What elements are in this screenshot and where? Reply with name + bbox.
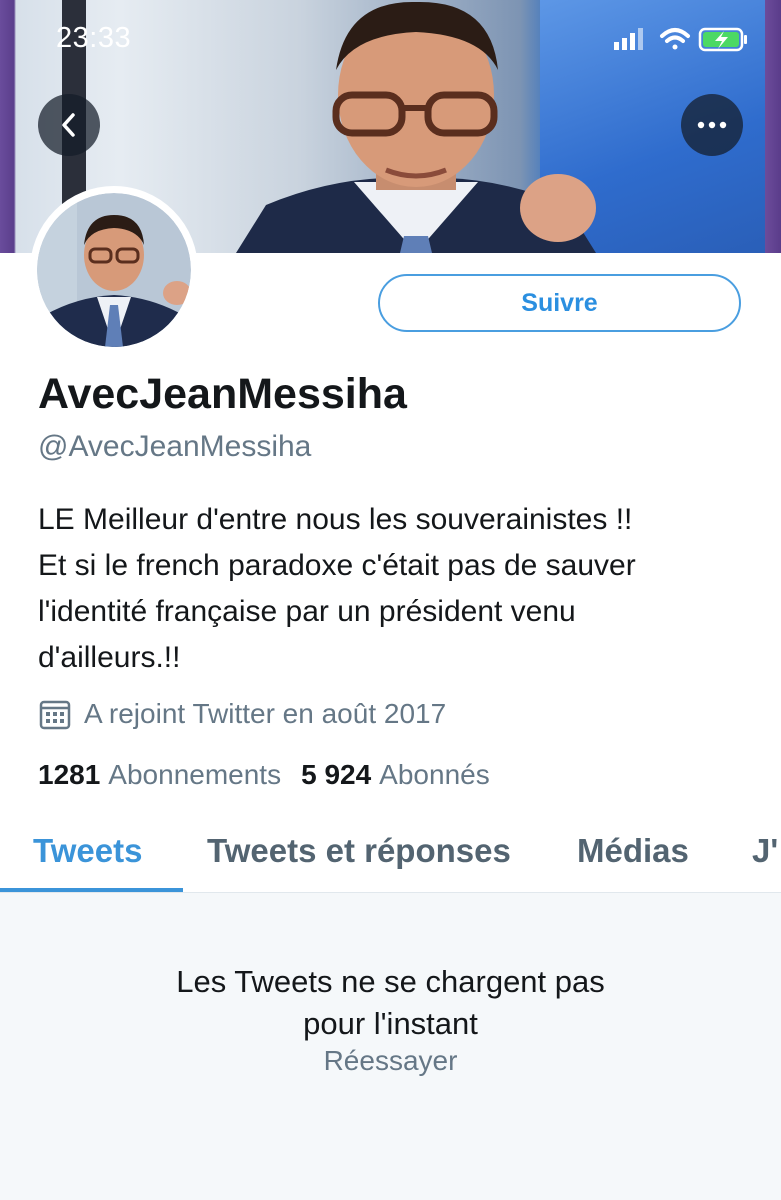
bio-line: d'ailleurs.!!: [38, 641, 181, 674]
empty-state-title-line: pour l'instant: [303, 1006, 478, 1041]
signal-bars-icon: [614, 28, 643, 50]
joined-date: A rejoint Twitter en août 2017: [38, 697, 446, 731]
followers-label[interactable]: Abonnés: [379, 759, 490, 791]
display-name: AvecJeanMessiha: [38, 370, 407, 418]
bio-line: Et si le french paradoxe c'était pas de …: [38, 549, 636, 582]
status-icons: [614, 27, 747, 52]
profile-stats: 1281 Abonnements 5 924 Abonnés: [38, 759, 510, 791]
banner-person-image: [236, 1, 596, 253]
wifi-icon: [660, 28, 690, 50]
empty-state-title: Les Tweets ne se chargent pas pour l'ins…: [0, 961, 781, 1045]
follow-button[interactable]: Suivre: [378, 274, 741, 332]
tab-tweets-and-replies[interactable]: Tweets et réponses: [207, 832, 511, 870]
tweets-empty-state: Les Tweets ne se chargent pas pour l'ins…: [0, 893, 781, 1200]
retry-button[interactable]: Réessayer: [0, 1045, 781, 1077]
active-tab-indicator: [0, 888, 183, 892]
following-label[interactable]: Abonnements: [108, 759, 281, 791]
tab-likes[interactable]: J': [752, 832, 778, 870]
battery-charging-icon: [698, 27, 747, 52]
joined-text: A rejoint Twitter en août 2017: [84, 698, 447, 729]
tab-tweets[interactable]: Tweets: [33, 832, 142, 870]
bio-line: LE Meilleur d'entre nous les souverainis…: [38, 503, 633, 536]
status-time: 23:33: [56, 22, 132, 54]
user-handle: @AvecJeanMessiha: [38, 430, 312, 463]
more-options-button[interactable]: [681, 94, 743, 156]
profile-avatar[interactable]: [30, 186, 198, 354]
more-horizontal-icon: [697, 121, 727, 129]
avatar-image: [37, 193, 191, 347]
followers-count[interactable]: 5 924: [301, 759, 371, 791]
tab-media[interactable]: Médias: [577, 832, 689, 870]
profile-bio: LE Meilleur d'entre nous les souverainis…: [38, 497, 768, 681]
back-button[interactable]: [38, 94, 100, 156]
calendar-icon: [39, 700, 71, 730]
following-count[interactable]: 1281: [38, 759, 100, 791]
profile-tabs: Tweets Tweets et réponses Médias J': [0, 820, 781, 893]
bio-line: l'identité française par un président ve…: [38, 595, 576, 628]
empty-state-title-line: Les Tweets ne se chargent pas: [176, 964, 605, 999]
chevron-left-icon: [62, 113, 75, 137]
